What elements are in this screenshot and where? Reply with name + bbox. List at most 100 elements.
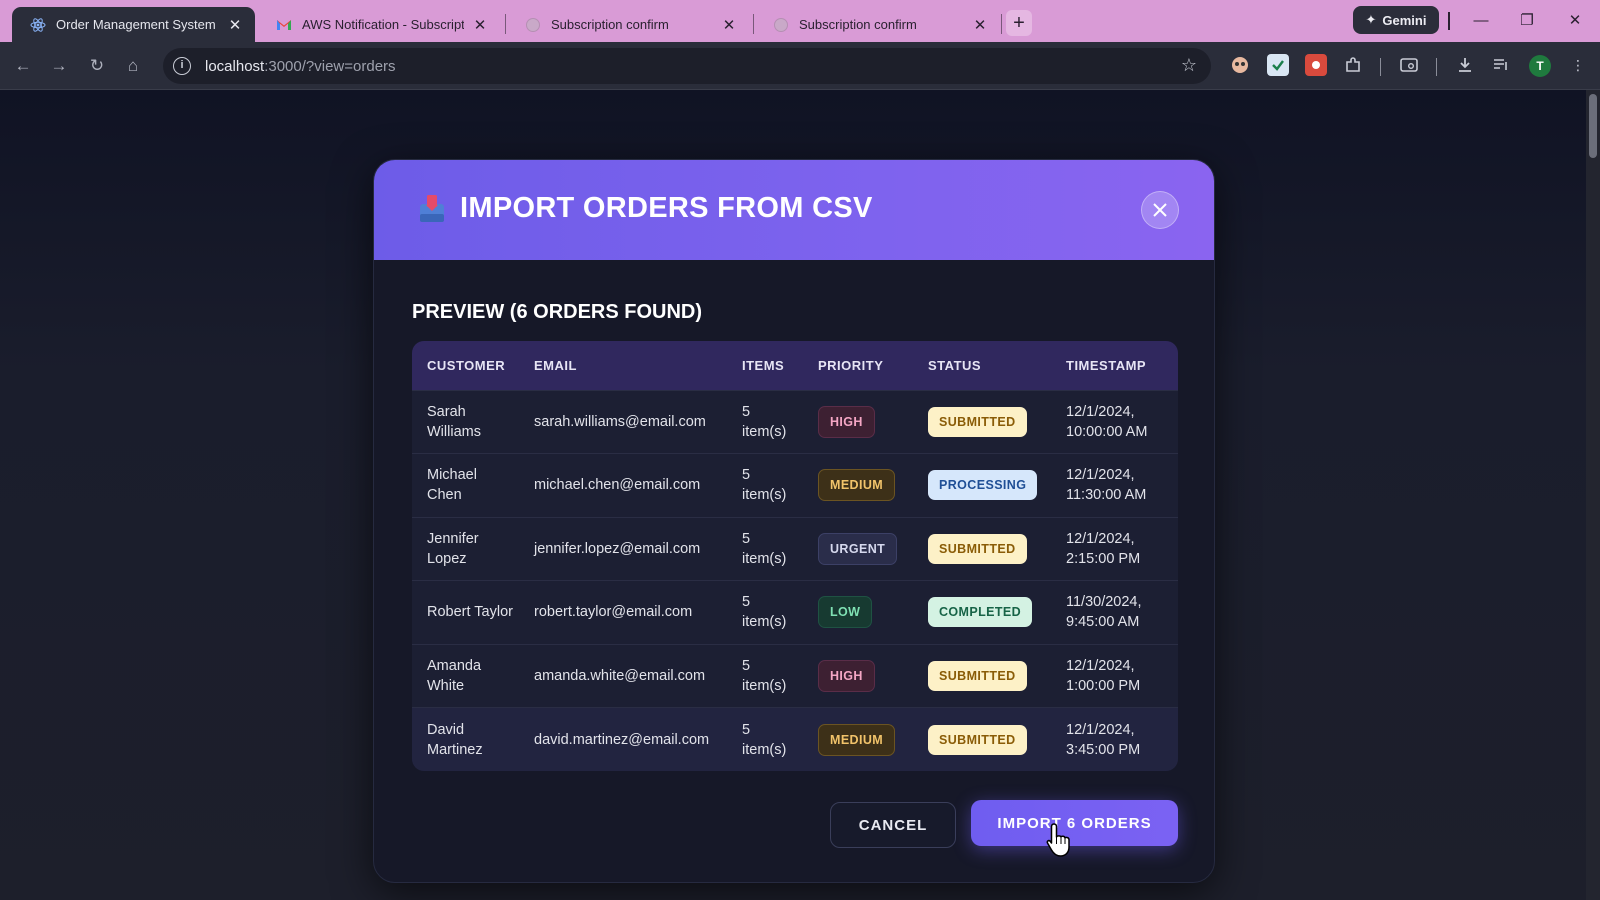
tab-subscription-confirm-1[interactable]: Subscription confirm ✕ bbox=[507, 7, 749, 42]
priority-badge: MEDIUM bbox=[818, 723, 896, 756]
column-header-customer: CUSTOMER bbox=[412, 341, 519, 390]
customer-cell: Jennifer Lopez bbox=[412, 516, 519, 581]
close-window-icon[interactable]: ✕ bbox=[1564, 10, 1586, 32]
tab-title: AWS Notification - Subscription bbox=[302, 17, 464, 32]
email-cell: amanda.white@email.com bbox=[519, 643, 727, 708]
minimize-icon[interactable]: — bbox=[1470, 10, 1492, 32]
tab-order-management[interactable]: Order Management System ✕ bbox=[12, 7, 255, 42]
tab-title: Subscription confirm bbox=[551, 17, 669, 32]
back-arrow-icon[interactable]: ← bbox=[11, 54, 35, 78]
table-row: Amanda White amanda.white@email.com 5 it… bbox=[412, 643, 1178, 708]
customer-cell: Michael Chen bbox=[412, 453, 519, 517]
address-bar[interactable]: i localhost:3000/?view=orders ☆ bbox=[163, 48, 1211, 84]
timestamp-cell: 12/1/2024, 11:30:00 AM bbox=[1051, 453, 1178, 517]
download-icon[interactable] bbox=[1454, 54, 1476, 76]
column-header-timestamp: TIMESTAMP bbox=[1051, 341, 1178, 390]
close-icon[interactable]: ✕ bbox=[227, 16, 243, 34]
column-header-priority: PRIORITY bbox=[803, 341, 913, 390]
toolbar-separator bbox=[1436, 58, 1437, 76]
gmail-icon bbox=[276, 17, 292, 33]
forward-arrow-icon[interactable]: → bbox=[47, 54, 71, 78]
status-badge: SUBMITTED bbox=[928, 724, 1027, 755]
media-queue-icon[interactable] bbox=[1490, 54, 1512, 76]
priority-cell: URGENT bbox=[803, 516, 913, 581]
timestamp-cell: 12/1/2024, 10:00:00 AM bbox=[1051, 389, 1178, 454]
priority-cell: MEDIUM bbox=[803, 707, 913, 771]
sparkle-icon: ✦ bbox=[1365, 12, 1377, 27]
tab-subscription-confirm-2[interactable]: Subscription confirm ✕ bbox=[755, 7, 1000, 42]
globe-icon bbox=[525, 17, 541, 33]
scrollbar-thumb[interactable] bbox=[1589, 94, 1597, 158]
close-icon[interactable]: ✕ bbox=[472, 16, 488, 34]
extension-avatar-icon[interactable] bbox=[1229, 54, 1251, 76]
profile-avatar[interactable]: T bbox=[1529, 55, 1551, 77]
close-icon[interactable]: ✕ bbox=[972, 16, 988, 34]
new-tab-button[interactable]: + bbox=[1006, 10, 1032, 36]
customer-cell: David Martinez bbox=[412, 707, 519, 771]
url-text[interactable]: localhost:3000/?view=orders bbox=[205, 58, 396, 75]
priority-badge: URGENT bbox=[818, 532, 898, 565]
modal-close-button[interactable] bbox=[1141, 191, 1179, 229]
timestamp-cell: 12/1/2024, 3:45:00 PM bbox=[1051, 707, 1178, 771]
priority-badge: HIGH bbox=[818, 405, 875, 438]
inbox-tray-icon bbox=[420, 195, 444, 222]
table-row: Robert Taylor robert.taylor@email.com 5 … bbox=[412, 580, 1178, 644]
priority-badge: MEDIUM bbox=[818, 469, 896, 502]
items-cell: 5 item(s) bbox=[727, 580, 803, 644]
tab-title: Subscription confirm bbox=[799, 17, 917, 32]
globe-icon bbox=[773, 17, 789, 33]
tab-separator bbox=[753, 14, 754, 34]
column-header-items: ITEMS bbox=[727, 341, 803, 390]
more-menu-icon[interactable]: ⋮ bbox=[1567, 54, 1589, 76]
reload-icon[interactable]: ↻ bbox=[85, 54, 109, 78]
import-csv-modal: IMPORT ORDERS FROM CSV PREVIEW (6 ORDERS… bbox=[373, 159, 1215, 883]
browser-tab-bar: Order Management System ✕ AWS Notificati… bbox=[0, 0, 1600, 42]
table-row: David Martinez david.martinez@email.com … bbox=[412, 707, 1178, 771]
email-cell: michael.chen@email.com bbox=[519, 453, 727, 517]
gemini-button[interactable]: ✦ Gemini bbox=[1353, 6, 1439, 34]
timestamp-cell: 12/1/2024, 1:00:00 PM bbox=[1051, 643, 1178, 708]
bookmark-star-icon[interactable]: ☆ bbox=[1181, 55, 1197, 76]
priority-badge: HIGH bbox=[818, 659, 875, 692]
priority-cell: LOW bbox=[803, 580, 913, 644]
puzzle-extensions-icon[interactable] bbox=[1342, 54, 1364, 76]
close-icon[interactable]: ✕ bbox=[721, 16, 737, 34]
priority-cell: MEDIUM bbox=[803, 453, 913, 517]
priority-cell: HIGH bbox=[803, 643, 913, 708]
items-cell: 5 item(s) bbox=[727, 453, 803, 517]
tab-search-icon[interactable] bbox=[1398, 54, 1420, 76]
timestamp-cell: 12/1/2024, 2:15:00 PM bbox=[1051, 516, 1178, 581]
status-badge: SUBMITTED bbox=[928, 406, 1027, 437]
status-badge: COMPLETED bbox=[928, 597, 1033, 628]
column-header-email: EMAIL bbox=[519, 341, 727, 390]
email-cell: david.martinez@email.com bbox=[519, 707, 727, 771]
browser-toolbar: ← → ↻ ⌂ i localhost:3000/?view=orders ☆ … bbox=[0, 42, 1600, 90]
close-icon bbox=[1153, 203, 1167, 217]
red-extension-icon[interactable] bbox=[1305, 54, 1327, 76]
url-host: localhost bbox=[205, 57, 265, 75]
email-cell: robert.taylor@email.com bbox=[519, 580, 727, 644]
import-orders-button[interactable]: IMPORT 6 ORDERS bbox=[971, 800, 1178, 846]
customer-cell: Robert Taylor bbox=[412, 580, 519, 644]
toolbar-separator bbox=[1380, 58, 1381, 76]
page-scrollbar[interactable] bbox=[1586, 90, 1600, 900]
react-icon bbox=[30, 17, 46, 33]
cancel-button[interactable]: CANCEL bbox=[830, 802, 956, 848]
modal-header: IMPORT ORDERS FROM CSV bbox=[374, 160, 1214, 260]
modal-title: IMPORT ORDERS FROM CSV bbox=[460, 192, 873, 224]
restore-icon[interactable]: ❐ bbox=[1516, 10, 1538, 32]
customer-cell: Amanda White bbox=[412, 643, 519, 708]
tab-separator bbox=[1001, 14, 1002, 34]
window-controls-separator bbox=[1448, 12, 1450, 30]
tab-separator bbox=[505, 14, 506, 34]
site-info-icon[interactable]: i bbox=[173, 57, 191, 75]
tab-aws-notification[interactable]: AWS Notification - Subscription ✕ bbox=[258, 7, 500, 42]
column-header-status: STATUS bbox=[913, 341, 1051, 390]
status-badge: SUBMITTED bbox=[928, 660, 1027, 691]
checklist-extension-icon[interactable] bbox=[1267, 54, 1289, 76]
table-header-row: CUSTOMER EMAIL ITEMS PRIORITY STATUS TIM… bbox=[412, 341, 1178, 390]
items-cell: 5 item(s) bbox=[727, 389, 803, 454]
home-icon[interactable]: ⌂ bbox=[121, 54, 145, 78]
preview-heading: PREVIEW (6 ORDERS FOUND) bbox=[412, 301, 703, 323]
timestamp-cell: 11/30/2024, 9:45:00 AM bbox=[1051, 580, 1178, 644]
